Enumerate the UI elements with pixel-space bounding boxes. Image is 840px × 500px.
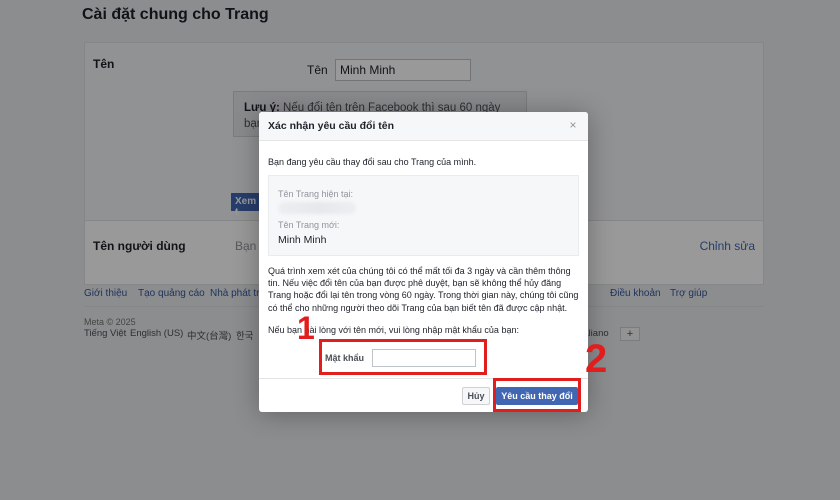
dialog-header: Xác nhận yêu cầu đổi tên × [259,112,588,141]
close-icon[interactable]: × [567,119,579,131]
new-name-value: Minh Minh [278,234,327,246]
step-number-2: 2 [585,337,608,381]
submit-highlight-box [493,378,581,412]
dialog-title: Xác nhận yêu cầu đổi tên [268,120,395,132]
name-change-info-panel: Tên Trang hiện tại: Tên Trang mới: Minh … [268,175,579,256]
step-number-1: 1 [297,310,315,346]
new-name-label: Tên Trang mới: [278,220,340,230]
dialog-intro: Bạn đang yêu cầu thay đổi sau cho Trang … [268,157,477,167]
cancel-button[interactable]: Hủy [462,387,490,405]
review-info-text: Quá trình xem xét của chúng tôi có thể m… [268,266,579,313]
password-highlight-box [319,339,487,375]
blurred-current-name [278,202,356,214]
current-name-label: Tên Trang hiện tại: [278,189,354,199]
